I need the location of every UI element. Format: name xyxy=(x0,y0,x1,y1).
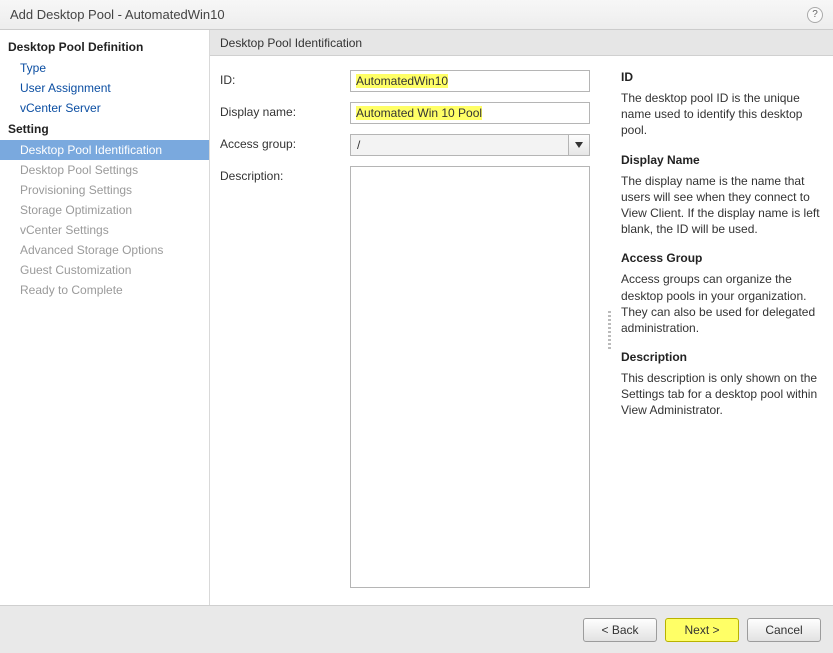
sidebar-item-advanced-storage-options: Advanced Storage Options xyxy=(0,240,209,260)
sidebar-item-provisioning-settings: Provisioning Settings xyxy=(0,180,209,200)
footer: < Back Next > Cancel xyxy=(0,605,833,653)
sidebar-item-vcenter-server[interactable]: vCenter Server xyxy=(0,98,209,118)
accessgroup-select[interactable]: / xyxy=(350,134,590,156)
content-body: ID: AutomatedWin10 Display name: Automat… xyxy=(210,56,833,605)
sidebar-item-desktop-pool-settings: Desktop Pool Settings xyxy=(0,160,209,180)
sidebar-item-desktop-pool-identification[interactable]: Desktop Pool Identification xyxy=(0,140,209,160)
next-button[interactable]: Next > xyxy=(665,618,739,642)
grip-icon xyxy=(608,311,611,351)
sidebar-section-setting: Setting xyxy=(0,118,209,140)
help-text-id: The desktop pool ID is the unique name u… xyxy=(621,90,821,139)
main-area: Desktop Pool Definition Type User Assign… xyxy=(0,30,833,605)
content-header: Desktop Pool Identification xyxy=(210,30,833,56)
sidebar-item-vcenter-settings: vCenter Settings xyxy=(0,220,209,240)
window-title: Add Desktop Pool - AutomatedWin10 xyxy=(10,7,225,22)
help-text-description: This description is only shown on the Se… xyxy=(621,370,821,419)
id-label: ID: xyxy=(220,70,350,87)
id-value: AutomatedWin10 xyxy=(356,74,448,88)
sidebar-item-storage-optimization: Storage Optimization xyxy=(0,200,209,220)
content: Desktop Pool Identification ID: Automate… xyxy=(210,30,833,605)
form-area: ID: AutomatedWin10 Display name: Automat… xyxy=(210,56,605,605)
help-icon[interactable]: ? xyxy=(807,7,823,23)
help-heading-accessgroup: Access Group xyxy=(621,251,821,265)
help-heading-displayname: Display Name xyxy=(621,153,821,167)
id-input[interactable]: AutomatedWin10 xyxy=(350,70,590,92)
titlebar: Add Desktop Pool - AutomatedWin10 ? xyxy=(0,0,833,30)
back-button[interactable]: < Back xyxy=(583,618,657,642)
chevron-down-icon xyxy=(575,142,583,148)
accessgroup-dropdown-button[interactable] xyxy=(568,134,590,156)
description-textarea[interactable] xyxy=(350,166,590,588)
help-text-accessgroup: Access groups can organize the desktop p… xyxy=(621,271,821,336)
displayname-label: Display name: xyxy=(220,102,350,119)
help-text-displayname: The display name is the name that users … xyxy=(621,173,821,238)
help-heading-description: Description xyxy=(621,350,821,364)
displayname-value: Automated Win 10 Pool xyxy=(356,106,482,120)
sidebar-item-guest-customization: Guest Customization xyxy=(0,260,209,280)
displayname-input[interactable]: Automated Win 10 Pool xyxy=(350,102,590,124)
sidebar-item-type[interactable]: Type xyxy=(0,58,209,78)
accessgroup-value: / xyxy=(350,134,568,156)
sidebar-section-definition: Desktop Pool Definition xyxy=(0,36,209,58)
splitter-handle[interactable] xyxy=(605,56,613,605)
cancel-button[interactable]: Cancel xyxy=(747,618,821,642)
help-panel: ID The desktop pool ID is the unique nam… xyxy=(613,56,833,605)
sidebar-item-user-assignment[interactable]: User Assignment xyxy=(0,78,209,98)
description-label: Description: xyxy=(220,166,350,183)
accessgroup-label: Access group: xyxy=(220,134,350,151)
sidebar: Desktop Pool Definition Type User Assign… xyxy=(0,30,210,605)
sidebar-item-ready-to-complete: Ready to Complete xyxy=(0,280,209,300)
help-heading-id: ID xyxy=(621,70,821,84)
